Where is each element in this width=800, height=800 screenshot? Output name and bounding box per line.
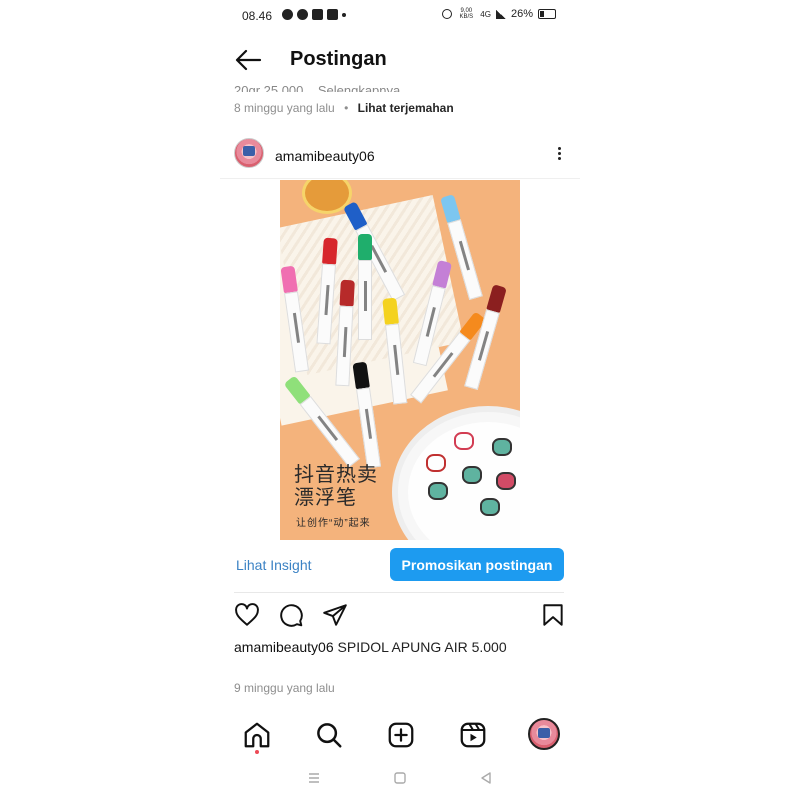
plate-doodle — [480, 498, 500, 516]
battery-percent: 26% — [510, 8, 533, 20]
status-bar: 08.46 9,00 KB/S 4G 26% — [220, 0, 580, 32]
whatsapp-icon — [282, 9, 293, 20]
create-post-icon[interactable] — [386, 720, 416, 750]
post-actions — [220, 602, 580, 628]
bottom-tab-bar — [220, 718, 580, 754]
plate-doodle — [496, 472, 516, 490]
status-time: 08.46 — [242, 9, 273, 23]
more-vertical-icon[interactable] — [554, 145, 564, 163]
heart-icon[interactable] — [234, 602, 260, 628]
top-app-bar: Postingan — [220, 40, 580, 80]
notification-dot — [255, 750, 259, 754]
meta-separator: • — [344, 101, 349, 115]
home-icon[interactable] — [242, 720, 272, 754]
divider — [234, 592, 564, 593]
previous-time-ago: 8 minggu yang lalu — [234, 101, 335, 115]
plate-doodle — [426, 454, 446, 472]
avatar[interactable] — [234, 138, 264, 168]
recent-apps-icon[interactable] — [306, 770, 322, 786]
image-title-line1: 抖音热卖 — [294, 464, 378, 486]
previous-caption: 20gr 25.000... Selengkapnya — [234, 83, 401, 92]
post-time-ago: 9 minggu yang lalu — [234, 681, 335, 695]
post-username[interactable]: amamibeauty06 — [275, 148, 375, 164]
profile-tab-avatar[interactable] — [528, 718, 560, 750]
bookmark-icon[interactable] — [540, 602, 566, 628]
previous-post-meta: 8 minggu yang lalu • Lihat terjemahan — [234, 101, 454, 115]
system-icons: 9,00 KB/S 4G 26% — [442, 8, 556, 20]
more-notifications-dot — [342, 13, 346, 17]
image-plate — [392, 406, 520, 540]
image-title-line2: 漂浮笔 — [294, 487, 357, 509]
signal-bars-icon — [495, 9, 506, 19]
image-subtitle: 让创作“动”起来 — [296, 518, 371, 529]
home-button-icon[interactable] — [392, 770, 408, 786]
promote-post-button[interactable]: Promosikan postingan — [390, 548, 564, 581]
battery-icon — [538, 9, 556, 19]
reels-icon[interactable] — [458, 720, 488, 750]
caption-username[interactable]: amamibeauty06 — [234, 639, 334, 655]
shopping-bag-icon — [312, 9, 323, 20]
messenger-icon — [297, 9, 308, 20]
plate-doodle — [428, 482, 448, 500]
send-icon[interactable] — [322, 602, 348, 628]
marker-green — [358, 234, 372, 344]
post-header: amamibeauty06 — [220, 136, 580, 179]
search-icon[interactable] — [314, 720, 344, 750]
alarm-icon — [442, 9, 453, 19]
view-insights-link[interactable]: Lihat Insight — [236, 557, 312, 573]
arrow-left-icon[interactable] — [234, 48, 262, 72]
phone-screen: 08.46 9,00 KB/S 4G 26% Postingan 20gr 25… — [220, 0, 580, 800]
image-title: 抖音热卖 漂浮笔 — [294, 464, 378, 510]
plate-doodle — [492, 438, 512, 456]
facebook-icon — [327, 9, 338, 20]
signal-label: 4G — [480, 9, 491, 19]
plate-doodle — [454, 432, 474, 450]
notification-icons — [282, 9, 346, 20]
caption-text: SPIDOL APUNG AIR 5.000 — [337, 639, 507, 655]
back-button-icon[interactable] — [478, 770, 494, 786]
system-nav-bar — [220, 766, 580, 790]
see-translation-link[interactable]: Lihat terjemahan — [358, 101, 454, 115]
post-image[interactable]: 抖音热卖 漂浮笔 让创作“动”起来 — [280, 180, 520, 540]
net-speed: 9,00 KB/S — [459, 8, 474, 20]
post-caption: amamibeauty06 SPIDOL APUNG AIR 5.000 — [234, 638, 554, 656]
page-title: Postingan — [290, 48, 387, 70]
comment-icon[interactable] — [278, 602, 304, 628]
plate-doodle — [462, 466, 482, 484]
